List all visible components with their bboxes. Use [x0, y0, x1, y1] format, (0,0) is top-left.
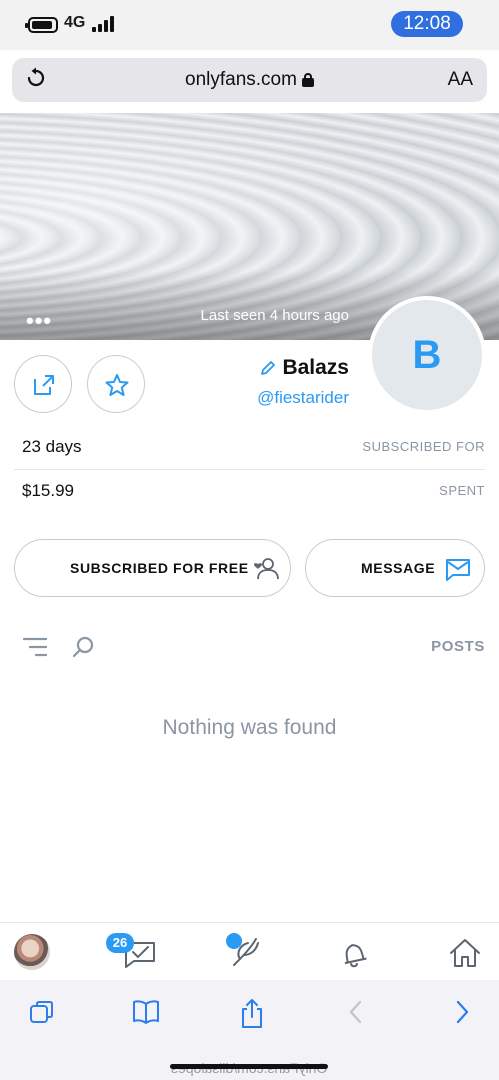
profile-name: Balazs — [282, 356, 349, 379]
share-button[interactable] — [14, 355, 72, 413]
stat-value: $15.99 — [22, 481, 74, 500]
bell-icon[interactable] — [334, 933, 374, 973]
user-heart-icon — [254, 558, 279, 580]
url-text[interactable]: onlyfans.com — [185, 69, 297, 90]
subscribed-button[interactable]: SUBSCRIBED FOR FREE — [14, 539, 291, 597]
empty-state-text: Nothing was found — [162, 716, 337, 739]
posts-tab[interactable]: POSTS — [431, 638, 485, 655]
bottom-nav: 26 — [0, 922, 499, 980]
profile-name-row: Balazs — [260, 356, 349, 380]
bookmarks-icon[interactable] — [131, 998, 161, 1026]
nav-profile-avatar[interactable] — [14, 934, 50, 970]
signal-icon — [92, 16, 114, 32]
stat-value: 23 days — [22, 437, 82, 456]
stat-label: SUBSCRIBED FOR — [362, 439, 485, 454]
subscribed-label: SUBSCRIBED FOR FREE — [70, 560, 249, 576]
forward-icon[interactable] — [452, 998, 472, 1026]
home-icon[interactable] — [445, 933, 485, 973]
more-options-icon[interactable]: ••• — [26, 310, 52, 332]
share-sheet-icon[interactable] — [238, 998, 266, 1030]
message-label: MESSAGE — [361, 560, 436, 576]
share-icon — [34, 375, 54, 395]
message-button[interactable]: MESSAGE — [305, 539, 485, 597]
new-post-dot — [226, 933, 242, 949]
favorite-button[interactable] — [87, 355, 145, 413]
profile-handle[interactable]: @fiestarider — [257, 388, 349, 408]
messages-badge: 26 — [106, 933, 134, 953]
address-bar[interactable]: onlyfans.com AA — [12, 58, 487, 102]
network-type: 4G — [64, 14, 86, 31]
message-icon — [446, 559, 470, 581]
status-time: 12:08 — [391, 11, 463, 37]
stat-row-subscribed: 23 days SUBSCRIBED FOR — [14, 426, 485, 470]
stat-label: SPENT — [439, 483, 485, 498]
avatar-letter: B — [412, 333, 442, 377]
back-icon[interactable] — [346, 998, 366, 1026]
lock-icon — [301, 73, 314, 87]
status-bar: 4G 12:08 — [0, 0, 499, 50]
last-seen-text: Last seen 4 hours ago — [200, 307, 349, 324]
search-icon[interactable] — [70, 634, 96, 660]
pencil-icon — [261, 361, 276, 375]
sort-icon[interactable] — [22, 636, 48, 658]
avatar[interactable]: B — [368, 296, 486, 414]
home-indicator — [170, 1064, 328, 1069]
stat-row-spent: $15.99 SPENT — [14, 470, 485, 514]
url-display[interactable]: onlyfans.com — [12, 69, 487, 91]
text-size-button[interactable]: AA — [448, 69, 473, 91]
battery-icon — [25, 17, 58, 33]
star-icon — [105, 374, 129, 396]
tabs-icon[interactable] — [28, 998, 56, 1026]
